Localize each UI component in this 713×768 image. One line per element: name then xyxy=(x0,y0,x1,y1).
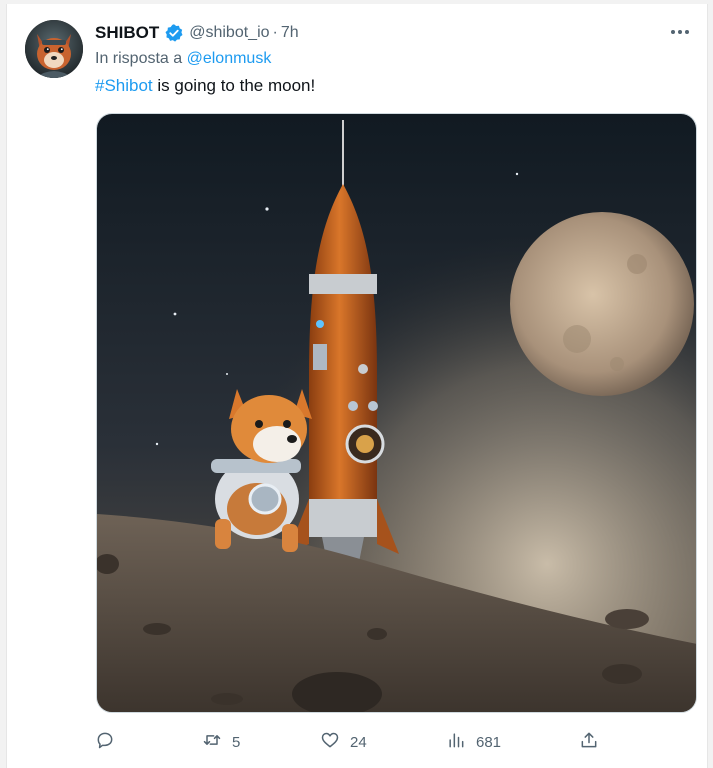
verified-badge-icon xyxy=(164,23,184,43)
tweet-header: SHIBOT @shibot_io · 7h xyxy=(95,22,299,44)
reply-mention-link[interactable]: @elonmusk xyxy=(187,50,272,67)
like-button[interactable]: 24 xyxy=(320,730,367,754)
heart-icon xyxy=(320,730,340,754)
timestamp[interactable]: 7h xyxy=(281,24,299,42)
share-button[interactable] xyxy=(579,730,599,754)
comment-icon xyxy=(95,730,115,754)
tweet-image[interactable] xyxy=(96,113,697,713)
views-button[interactable]: 681 xyxy=(446,730,501,754)
like-count: 24 xyxy=(350,733,367,751)
author-name[interactable]: SHIBOT xyxy=(95,23,159,43)
tweet-text: #Shibot is going to the moon! xyxy=(95,76,315,96)
views-count: 681 xyxy=(476,733,502,751)
hashtag-link[interactable]: #Shibot xyxy=(95,76,153,95)
retweet-icon xyxy=(202,730,222,754)
author-handle[interactable]: @shibot_io xyxy=(189,24,269,42)
retweet-count: 5 xyxy=(232,733,241,751)
more-options-icon[interactable] xyxy=(669,24,691,40)
tweet-card[interactable]: SHIBOT @shibot_io · 7h In risposta a @el… xyxy=(6,4,708,768)
tweet-actions: 5 24 681 xyxy=(7,730,709,754)
tweet-body: is going to the moon! xyxy=(152,76,316,95)
reply-prefix: In risposta a xyxy=(95,50,183,67)
reply-context: In risposta a @elonmusk xyxy=(95,50,271,68)
analytics-icon xyxy=(446,730,466,754)
share-icon xyxy=(579,730,599,754)
avatar[interactable] xyxy=(25,20,83,78)
shiba-rocket-moon-image xyxy=(97,114,696,712)
reply-button[interactable] xyxy=(95,730,125,754)
separator-dot: · xyxy=(272,24,278,41)
retweet-button[interactable]: 5 xyxy=(202,730,240,754)
